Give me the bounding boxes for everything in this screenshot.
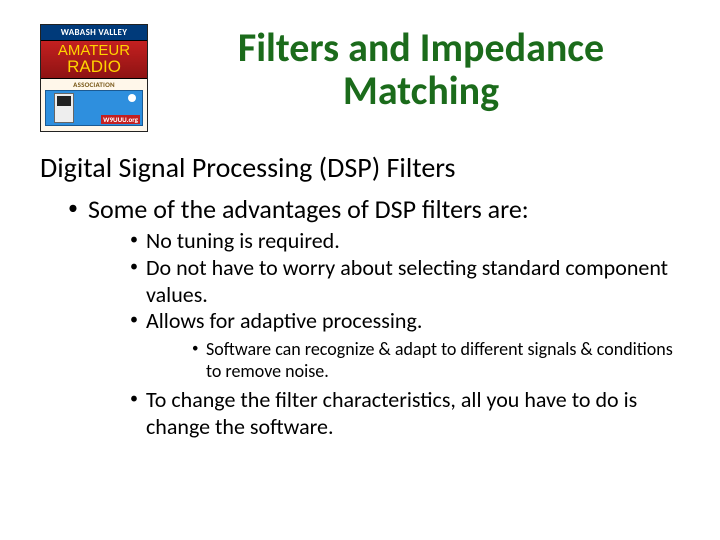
logo-illustration: W9UUU.org <box>45 90 143 126</box>
logo-line2: RADIO <box>43 58 145 75</box>
list-item-text: To change the filter characteristics, al… <box>146 386 637 440</box>
list-item-text: Software can recognize & adapt to differ… <box>206 338 673 382</box>
list-item-text: Do not have to worry about selecting sta… <box>146 254 668 308</box>
sun-icon <box>128 94 136 102</box>
slide-content: Digital Signal Processing (DSP) Filters … <box>40 152 680 441</box>
list-item-text: Some of the advantages of DSP filters ar… <box>88 193 529 225</box>
slide-header: WABASH VALLEY AMATEUR RADIO ASSOCIATION … <box>40 24 680 132</box>
list-item: No tuning is required. <box>128 228 680 255</box>
list-item-text: Allows for adaptive processing. <box>146 307 422 334</box>
bullet-list-level3: Software can recognize & adapt to differ… <box>190 339 680 383</box>
section-heading: Digital Signal Processing (DSP) Filters <box>40 152 680 184</box>
list-item: To change the filter characteristics, al… <box>128 387 680 441</box>
logo-line1: AMATEUR <box>43 43 145 58</box>
logo-top-text: WABASH VALLEY <box>41 25 147 41</box>
slide-title: Filters and Impedance Matching <box>162 24 680 112</box>
list-item: Allows for adaptive processing. Software… <box>128 308 680 383</box>
list-item: Do not have to worry about selecting sta… <box>128 255 680 309</box>
bullet-list-level1: Some of the advantages of DSP filters ar… <box>66 194 680 441</box>
logo-assoc-text: ASSOCIATION <box>41 79 147 89</box>
list-item: Some of the advantages of DSP filters ar… <box>66 194 680 441</box>
slide: WABASH VALLEY AMATEUR RADIO ASSOCIATION … <box>0 0 720 540</box>
radio-icon <box>54 93 74 123</box>
logo-mid: AMATEUR RADIO <box>41 41 147 79</box>
list-item-text: No tuning is required. <box>146 227 340 254</box>
club-logo: WABASH VALLEY AMATEUR RADIO ASSOCIATION … <box>40 24 148 132</box>
logo-badge: WABASH VALLEY AMATEUR RADIO ASSOCIATION … <box>40 24 148 132</box>
list-item: Software can recognize & adapt to differ… <box>190 339 680 383</box>
logo-url: W9UUU.org <box>101 115 140 124</box>
bullet-list-level2: No tuning is required. Do not have to wo… <box>128 228 680 441</box>
